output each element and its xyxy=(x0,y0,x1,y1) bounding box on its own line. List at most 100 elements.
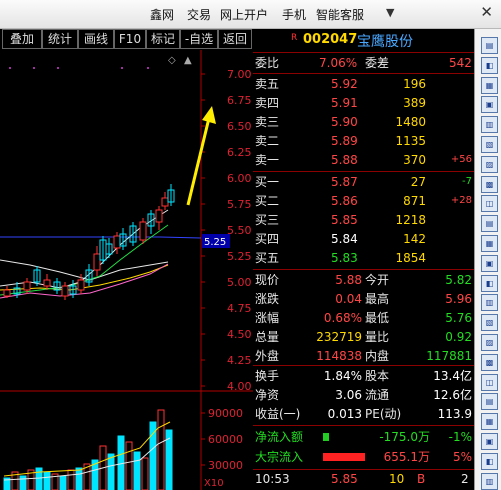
menu-trade[interactable]: 交易 xyxy=(187,6,211,23)
icon-d[interactable]: ▣ xyxy=(481,96,498,114)
stat-row: 外盘 114838 内盘 117881 xyxy=(253,347,474,365)
icon-h[interactable]: ▩ xyxy=(481,175,498,193)
price-tick-label: 4.00 xyxy=(227,380,252,393)
chart-toolbar: 叠加 统计 画线 F10 标记 -自选 返回 xyxy=(0,29,253,49)
top-menu-bar: 鑫网 交易 网上开户 手机 智能客服 ▼ ✕ xyxy=(0,0,501,29)
price-tick-label: 5.00 xyxy=(227,276,252,289)
ask-row[interactable]: 卖一 5.88 370 +56 xyxy=(253,151,474,169)
level-price: 5.85 xyxy=(331,213,358,227)
stat-value: 5.96 xyxy=(445,292,472,306)
icon-a[interactable]: ▤ xyxy=(481,37,498,54)
level-price: 5.91 xyxy=(331,96,358,110)
menu-open-account[interactable]: 网上开户 xyxy=(220,6,268,23)
menu-mobile[interactable]: 手机 xyxy=(282,6,306,23)
dropdown-icon[interactable]: ▼ xyxy=(386,6,394,19)
icon-n[interactable]: ▥ xyxy=(481,294,498,312)
icon-g[interactable]: ▨ xyxy=(481,155,498,173)
bid-row[interactable]: 买二 5.86 871 +28 xyxy=(253,192,474,210)
quote-panel: R 002047 宝鹰股份 委比 7.06% 委差 542 卖五 5.92 196 卖… xyxy=(253,29,474,490)
kline-chart[interactable]: ◇ ▲ 7.006.756.506.256.005.755.505.255.00… xyxy=(0,50,253,490)
ask-row[interactable]: 卖五 5.92 196 xyxy=(253,75,474,93)
icon-v[interactable]: ◧ xyxy=(481,452,498,470)
price-tick-label: 6.25 xyxy=(227,146,252,159)
stat-value: 0.04 xyxy=(335,292,362,306)
level-price: 5.89 xyxy=(331,134,358,148)
flow-bar xyxy=(323,433,329,441)
stock-name: 宝鹰股份 xyxy=(357,34,413,50)
stat-value: 5.88 xyxy=(335,273,362,287)
level-price: 5.86 xyxy=(331,194,358,208)
icon-s[interactable]: ▤ xyxy=(481,393,498,411)
icon-t[interactable]: ▦ xyxy=(481,413,498,431)
level-price: 5.84 xyxy=(331,232,358,246)
scroll-up-icon[interactable]: ▲ xyxy=(184,55,192,66)
level-volume: 142 xyxy=(403,232,426,246)
price-tick-label: 6.00 xyxy=(227,172,252,185)
price-tick-label: 5.25 xyxy=(227,250,252,263)
level-delta: +28 xyxy=(450,195,472,206)
ask-row[interactable]: 卖三 5.90 1480 xyxy=(253,113,474,131)
flow-label: 大宗流入 xyxy=(255,450,304,464)
icon-b[interactable]: ◧ xyxy=(481,56,498,74)
stat-label: 最高 xyxy=(365,292,390,306)
level-price: 5.88 xyxy=(331,153,358,167)
level-price: 5.92 xyxy=(331,77,358,91)
icon-l[interactable]: ▣ xyxy=(481,254,498,272)
stat-row: 现价 5.88 今开 5.82 xyxy=(253,271,474,289)
icon-u[interactable]: ▣ xyxy=(481,433,498,450)
level-label: 买四 xyxy=(255,232,280,246)
remove-watchlist-button[interactable]: -自选 xyxy=(180,29,218,49)
level-label: 买一 xyxy=(255,175,280,189)
icon-p[interactable]: ▨ xyxy=(481,334,498,351)
icon-j[interactable]: ▤ xyxy=(481,215,498,233)
icon-k[interactable]: ▦ xyxy=(481,235,498,252)
stat-row: 涨幅 0.68% 最低 5.76 xyxy=(253,309,474,327)
level-price: 5.87 xyxy=(331,175,358,189)
menu-xinwang[interactable]: 鑫网 xyxy=(150,6,174,23)
flow-label: 净流入额 xyxy=(255,430,304,444)
stat-value: 1.84% xyxy=(323,369,362,383)
volume-bar xyxy=(75,467,83,490)
draw-button[interactable]: 画线 xyxy=(78,29,114,49)
margin-badge: R xyxy=(291,33,298,43)
icon-m[interactable]: ◧ xyxy=(481,274,498,292)
stats-button[interactable]: 统计 xyxy=(42,29,78,49)
stat-value: 117881 xyxy=(426,349,472,363)
overlay-button[interactable]: 叠加 xyxy=(2,29,42,49)
icon-e[interactable]: ▥ xyxy=(481,116,498,134)
icon-o[interactable]: ▧ xyxy=(481,314,498,332)
icon-r[interactable]: ◫ xyxy=(481,373,498,391)
candle-body xyxy=(23,281,31,291)
ask-row[interactable]: 卖二 5.89 1135 xyxy=(253,132,474,150)
menu-service[interactable]: 智能客服 xyxy=(316,6,364,23)
icon-i[interactable]: ◫ xyxy=(481,195,498,213)
flow-pct: 5% xyxy=(452,450,472,464)
icon-c[interactable]: ▦ xyxy=(481,76,498,94)
stat-row: 收益(一) 0.013 PE(动) 113.9 xyxy=(253,405,474,423)
mark-button[interactable]: 标记 xyxy=(146,29,180,49)
back-button[interactable]: 返回 xyxy=(218,29,252,49)
flow-pct: -1% xyxy=(448,430,472,444)
icon-w[interactable]: ▥ xyxy=(481,472,498,490)
bid-row[interactable]: 买四 5.84 142 xyxy=(253,230,474,248)
stat-value: 5.76 xyxy=(445,311,472,325)
diamond-icon[interactable]: ◇ xyxy=(168,55,176,66)
bid-row[interactable]: 买一 5.87 27 -7 xyxy=(253,173,474,191)
icon-q[interactable]: ▩ xyxy=(481,353,498,371)
stat-value: 114838 xyxy=(316,349,362,363)
icon-f[interactable]: ▧ xyxy=(481,136,498,153)
bid-row[interactable]: 买五 5.83 1854 xyxy=(253,249,474,267)
volume-bar xyxy=(35,467,43,490)
volume-bar xyxy=(157,409,165,490)
close-icon[interactable]: ✕ xyxy=(480,3,493,21)
stat-label: 外盘 xyxy=(255,349,280,363)
stat-row: 换手 1.84% 股本 13.4亿 xyxy=(253,367,474,385)
volume-axis: 90000 60000 30000 xyxy=(201,407,243,472)
volume-bar xyxy=(125,441,133,490)
bid-row[interactable]: 买三 5.85 1218 xyxy=(253,211,474,229)
level-volume: 370 xyxy=(403,153,426,167)
f10-button[interactable]: F10 xyxy=(114,29,146,49)
ask-row[interactable]: 卖四 5.91 389 xyxy=(253,94,474,112)
level-label: 买二 xyxy=(255,194,280,208)
volume-tick-label: 60000 xyxy=(208,433,243,446)
